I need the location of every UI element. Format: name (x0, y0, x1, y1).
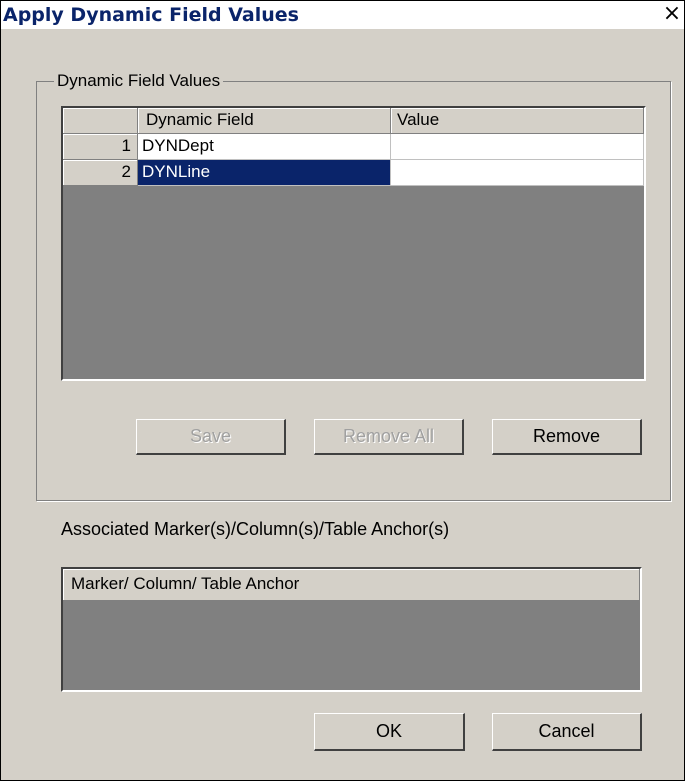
row-number[interactable]: 2 (63, 160, 138, 186)
value-cell[interactable] (391, 160, 644, 186)
group-legend: Dynamic Field Values (54, 71, 224, 91)
cancel-button[interactable]: Cancel (492, 713, 642, 751)
dynamic-field-cell[interactable]: DYNDept (138, 134, 391, 160)
dynamic-field-grid[interactable]: Dynamic Field Value 1 DYNDept 2 DYNLine (61, 106, 646, 381)
column-header-dynamic-field[interactable]: Dynamic Field (138, 108, 391, 134)
value-cell[interactable] (391, 134, 644, 160)
save-button[interactable]: Save (136, 419, 286, 455)
apply-dynamic-field-values-dialog: Apply Dynamic Field Values × Dynamic Fie… (0, 0, 685, 781)
title-bar[interactable]: Apply Dynamic Field Values × (1, 1, 684, 29)
grid-corner-cell[interactable] (63, 108, 138, 134)
associated-anchors-label: Associated Marker(s)/Column(s)/Table Anc… (61, 519, 450, 539)
associated-anchors-grid[interactable]: Marker/ Column/ Table Anchor (61, 567, 642, 692)
remove-all-button[interactable]: Remove All (314, 419, 464, 455)
close-icon[interactable]: × (662, 2, 682, 26)
row-number[interactable]: 1 (63, 134, 138, 160)
remove-button[interactable]: Remove (492, 419, 642, 455)
dialog-title: Apply Dynamic Field Values (3, 4, 299, 26)
column-header-marker-column-table-anchor[interactable]: Marker/ Column/ Table Anchor (63, 569, 640, 601)
column-header-value[interactable]: Value (391, 108, 644, 134)
ok-button[interactable]: OK (314, 713, 465, 751)
dynamic-field-cell[interactable]: DYNLine (138, 160, 391, 186)
